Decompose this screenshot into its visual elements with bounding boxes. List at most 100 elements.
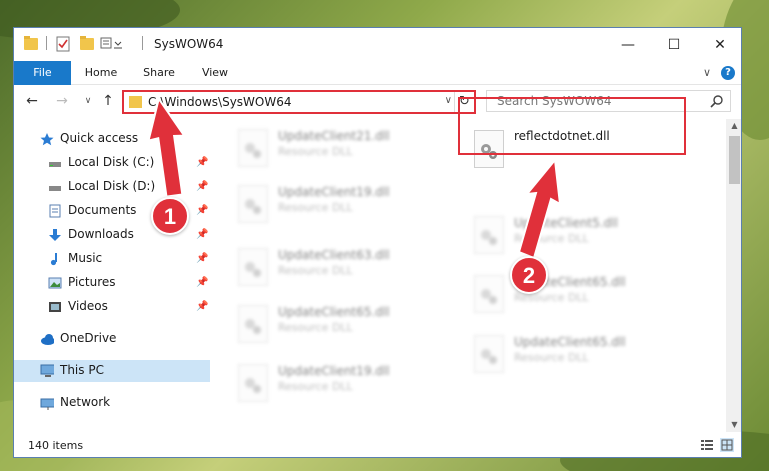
forward-button[interactable]: → xyxy=(54,93,70,109)
sidebar-item-onedrive[interactable]: OneDrive xyxy=(14,328,210,350)
file-name: UpdateClient19.dll xyxy=(278,185,390,199)
pin-icon[interactable]: 📌 xyxy=(196,229,208,240)
back-button[interactable]: ← xyxy=(24,93,40,109)
dll-file-icon xyxy=(238,248,268,286)
sidebar-item-videos[interactable]: Videos 📌 xyxy=(14,296,210,318)
file-explorer-window: SysWOW64 — ☐ ✕ File Home Share View ∨ ? … xyxy=(13,27,742,458)
details-view-icon[interactable] xyxy=(700,438,714,452)
computer-icon xyxy=(40,364,54,377)
dll-file-icon xyxy=(238,305,268,343)
music-icon xyxy=(50,253,57,266)
recent-locations-button[interactable]: ∨ xyxy=(80,93,96,109)
customize-toolbar-icon[interactable] xyxy=(100,36,126,52)
vertical-scrollbar[interactable]: ▲ ▼ xyxy=(726,119,741,432)
file-item[interactable]: UpdateClient5.dll Resource DLL xyxy=(464,212,684,262)
file-name: UpdateClient65.dll xyxy=(514,335,626,349)
sidebar-item-label: Network xyxy=(60,395,111,409)
tab-share[interactable]: Share xyxy=(134,61,184,85)
maximize-button[interactable]: ☐ xyxy=(651,28,697,61)
tab-home[interactable]: Home xyxy=(76,61,126,85)
star-icon xyxy=(40,133,54,146)
sidebar-item-label: Downloads xyxy=(68,227,134,241)
address-bar[interactable]: C:\Windows\SysWOW64 ∨ ↻ xyxy=(122,90,476,114)
close-button[interactable]: ✕ xyxy=(697,28,741,61)
gear-icon xyxy=(245,143,261,158)
sidebar-item-label: Music xyxy=(68,251,103,265)
status-bar: 140 items xyxy=(14,432,741,457)
file-item[interactable]: UpdateClient19.dll Resource DLL xyxy=(228,360,448,410)
sidebar-item-quick-access[interactable]: Quick access xyxy=(14,128,210,150)
separator xyxy=(142,36,143,50)
dll-file-icon xyxy=(474,335,504,373)
sidebar-item-label: Pictures xyxy=(68,275,116,289)
target-file-highlight xyxy=(458,97,686,155)
file-name: UpdateClient5.dll xyxy=(514,216,618,230)
new-folder-icon[interactable] xyxy=(80,36,94,50)
download-icon xyxy=(49,229,61,241)
file-item[interactable]: UpdateClient65.dll Resource DLL xyxy=(464,271,684,321)
sidebar-item-label: Quick access xyxy=(60,131,139,145)
help-button[interactable]: ? xyxy=(721,66,735,80)
sidebar-item-label: Documents xyxy=(68,203,137,217)
sidebar-item-label: Videos xyxy=(68,299,108,313)
large-icons-view-icon[interactable] xyxy=(720,438,734,452)
pin-icon[interactable]: 📌 xyxy=(196,277,208,288)
gear-icon xyxy=(245,199,261,214)
sidebar-item-local-disk-c[interactable]: Local Disk (C:) 📌 xyxy=(14,152,210,174)
sidebar-item-label: Local Disk (D:) xyxy=(68,179,156,193)
video-icon xyxy=(49,302,61,312)
ribbon-tabs: File Home Share View ∨ ? xyxy=(14,61,741,111)
file-type: Resource DLL xyxy=(514,351,589,364)
file-item[interactable]: UpdateClient21.dll Resource DLL xyxy=(228,125,448,175)
file-name: UpdateClient21.dll xyxy=(278,129,390,143)
gear-icon xyxy=(481,289,497,304)
sidebar-item-label: OneDrive xyxy=(60,331,117,345)
scroll-down-icon[interactable]: ▼ xyxy=(726,418,741,432)
file-name: UpdateClient65.dll xyxy=(278,305,390,319)
file-type: Resource DLL xyxy=(514,232,589,245)
gear-icon xyxy=(245,378,261,393)
folder-icon xyxy=(24,36,38,50)
pin-icon[interactable]: 📌 xyxy=(196,253,208,264)
properties-icon[interactable] xyxy=(56,36,70,52)
pin-icon[interactable]: 📌 xyxy=(196,301,208,312)
file-item[interactable]: UpdateClient19.dll Resource DLL xyxy=(228,181,448,231)
gear-icon xyxy=(245,262,261,277)
gear-icon xyxy=(245,319,261,334)
file-type: Resource DLL xyxy=(278,321,353,334)
pin-icon[interactable]: 📌 xyxy=(196,205,208,216)
dll-file-icon xyxy=(474,275,504,313)
sidebar-item-local-disk-d[interactable]: Local Disk (D:) 📌 xyxy=(14,176,210,198)
tab-view[interactable]: View xyxy=(190,61,240,85)
file-name: UpdateClient63.dll xyxy=(278,248,390,262)
sidebar-item-label: This PC xyxy=(60,363,104,377)
file-item[interactable]: UpdateClient65.dll Resource DLL xyxy=(228,301,448,351)
scroll-up-icon[interactable]: ▲ xyxy=(726,119,741,133)
separator xyxy=(46,36,47,50)
sidebar-item-this-pc[interactable]: This PC xyxy=(14,360,210,382)
sidebar-item-pictures[interactable]: Pictures 📌 xyxy=(14,272,210,294)
folder-icon xyxy=(129,96,142,108)
file-item[interactable]: UpdateClient63.dll Resource DLL xyxy=(228,244,448,294)
network-icon xyxy=(40,398,54,410)
drive-icon xyxy=(49,162,61,167)
dll-file-icon xyxy=(474,216,504,254)
address-path[interactable]: C:\Windows\SysWOW64 xyxy=(148,94,292,110)
file-type: Resource DLL xyxy=(278,201,353,214)
sidebar-item-music[interactable]: Music 📌 xyxy=(14,248,210,270)
address-dropdown-button[interactable]: ∨ xyxy=(445,95,452,106)
pin-icon[interactable]: 📌 xyxy=(196,157,208,168)
search-icon[interactable] xyxy=(710,94,724,108)
minimize-button[interactable]: — xyxy=(605,28,651,61)
file-item[interactable]: UpdateClient65.dll Resource DLL xyxy=(464,331,684,381)
expand-ribbon-button[interactable]: ∨ xyxy=(700,61,714,85)
title-bar: SysWOW64 — ☐ ✕ xyxy=(14,28,741,61)
gear-icon xyxy=(481,230,497,245)
document-icon xyxy=(49,204,61,218)
pin-icon[interactable]: 📌 xyxy=(196,181,208,192)
gear-icon xyxy=(481,349,497,364)
drive-icon xyxy=(49,186,61,191)
up-button[interactable]: ↑ xyxy=(100,93,116,109)
sidebar-item-network[interactable]: Network xyxy=(14,392,210,414)
scrollbar-thumb[interactable] xyxy=(729,136,740,184)
